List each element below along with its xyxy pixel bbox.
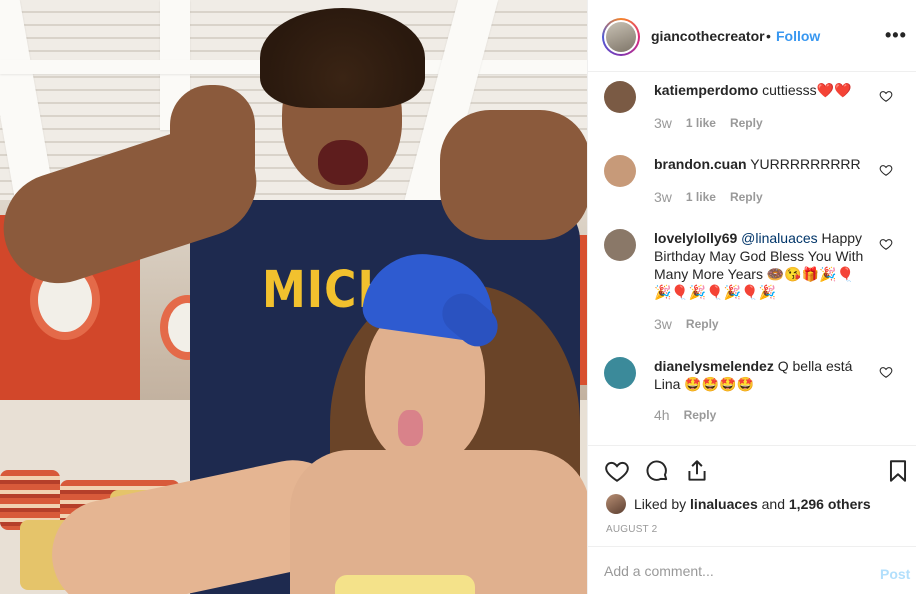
man-left-fist	[170, 85, 255, 205]
woman-tongue	[398, 410, 423, 446]
comment-time[interactable]: 3w	[654, 189, 672, 205]
comment-meta: 3w 1 like Reply	[654, 189, 763, 205]
comment-body: cuttiesss	[762, 82, 817, 98]
commenter-avatar[interactable]	[604, 155, 636, 187]
comment-username[interactable]: dianelysmelendez	[654, 358, 774, 374]
reply-button[interactable]: Reply	[730, 190, 763, 204]
comment-mention[interactable]: @linaluaces	[741, 230, 817, 246]
woman-chest	[290, 450, 587, 594]
author-username[interactable]: giancothecreator	[651, 28, 765, 44]
comment-time[interactable]: 3w	[654, 115, 672, 131]
comment-time[interactable]: 3w	[654, 316, 672, 332]
comment-item: katiemperdomo cuttiesss❤️❤️ 3w 1 like Re…	[588, 73, 916, 147]
comment-meta: 3w 1 like Reply	[654, 115, 763, 131]
liker-username[interactable]: linaluaces	[690, 496, 758, 512]
heart-icon[interactable]	[879, 365, 893, 379]
comment-time[interactable]: 4h	[654, 407, 670, 423]
comment-body: YURRRRRRRRR	[750, 156, 861, 172]
avatar-image	[606, 22, 636, 52]
comment-bubble-icon[interactable]	[644, 458, 670, 484]
post-button[interactable]: Post	[880, 566, 910, 582]
commenter-avatar[interactable]	[604, 357, 636, 389]
reply-button[interactable]: Reply	[684, 408, 717, 422]
man-right-arm	[440, 110, 587, 240]
comment-username[interactable]: brandon.cuan	[654, 156, 747, 172]
header-separator: •	[766, 28, 771, 44]
avatar-ring-inner	[604, 20, 638, 54]
yellow-top	[335, 575, 475, 594]
post-sidebar: giancothecreator • Follow ••• katiemperd…	[587, 0, 916, 594]
liker-avatar[interactable]	[606, 494, 626, 514]
post-date[interactable]: AUGUST 2	[606, 524, 657, 535]
author-avatar[interactable]	[602, 18, 640, 56]
comment-item: brandon.cuan YURRRRRRRRR 3w 1 like Reply	[588, 147, 916, 221]
comment-emoji: ❤️❤️	[816, 82, 852, 98]
more-options-icon[interactable]: •••	[885, 26, 907, 44]
comment-text: lovelylolly69 @linaluaces Happy Birthday…	[654, 229, 869, 301]
post-header: giancothecreator • Follow •••	[588, 0, 916, 72]
comment-likes[interactable]: 1 like	[686, 116, 716, 130]
comment-meta: 4h Reply	[654, 407, 716, 423]
heart-icon[interactable]	[879, 89, 893, 103]
man-mouth	[318, 140, 368, 185]
like-heart-icon[interactable]	[604, 458, 630, 484]
add-comment-bar: Post	[588, 546, 916, 594]
comment-text: brandon.cuan YURRRRRRRRR	[654, 155, 869, 173]
likes-count-link[interactable]: 1,296 others	[789, 496, 871, 512]
liked-prefix: Liked by	[634, 496, 687, 512]
follow-button[interactable]: Follow	[776, 28, 820, 44]
reply-button[interactable]: Reply	[686, 317, 719, 331]
comments-list[interactable]: katiemperdomo cuttiesss❤️❤️ 3w 1 like Re…	[588, 73, 916, 445]
comment-likes[interactable]: 1 like	[686, 190, 716, 204]
reply-button[interactable]: Reply	[730, 116, 763, 130]
post-actions: Liked by linaluaces and 1,296 others AUG…	[588, 445, 916, 545]
heart-icon[interactable]	[879, 163, 893, 177]
commenter-avatar[interactable]	[604, 229, 636, 261]
liked-by: Liked by linaluaces and 1,296 others	[606, 494, 871, 514]
heart-icon[interactable]	[879, 237, 893, 251]
liked-and: and	[761, 496, 785, 512]
comment-text: dianelysmelendez Q bella está Lina 🤩🤩🤩🤩	[654, 357, 869, 393]
bookmark-icon[interactable]	[885, 458, 911, 484]
commenter-avatar[interactable]	[604, 81, 636, 113]
comment-emoji: 🤩🤩🤩🤩	[684, 376, 755, 392]
post-photo[interactable]: MICHI	[0, 0, 587, 594]
comment-item: dianelysmelendez Q bella está Lina 🤩🤩🤩🤩 …	[588, 349, 916, 445]
share-icon[interactable]	[684, 458, 710, 484]
comment-meta: 3w Reply	[654, 316, 719, 332]
comment-text: katiemperdomo cuttiesss❤️❤️	[654, 81, 869, 99]
comment-item: lovelylolly69 @linaluaces Happy Birthday…	[588, 221, 916, 349]
add-comment-input[interactable]	[604, 561, 854, 581]
man-hair	[260, 8, 425, 108]
comment-username[interactable]: katiemperdomo	[654, 82, 758, 98]
comment-username[interactable]: lovelylolly69	[654, 230, 737, 246]
